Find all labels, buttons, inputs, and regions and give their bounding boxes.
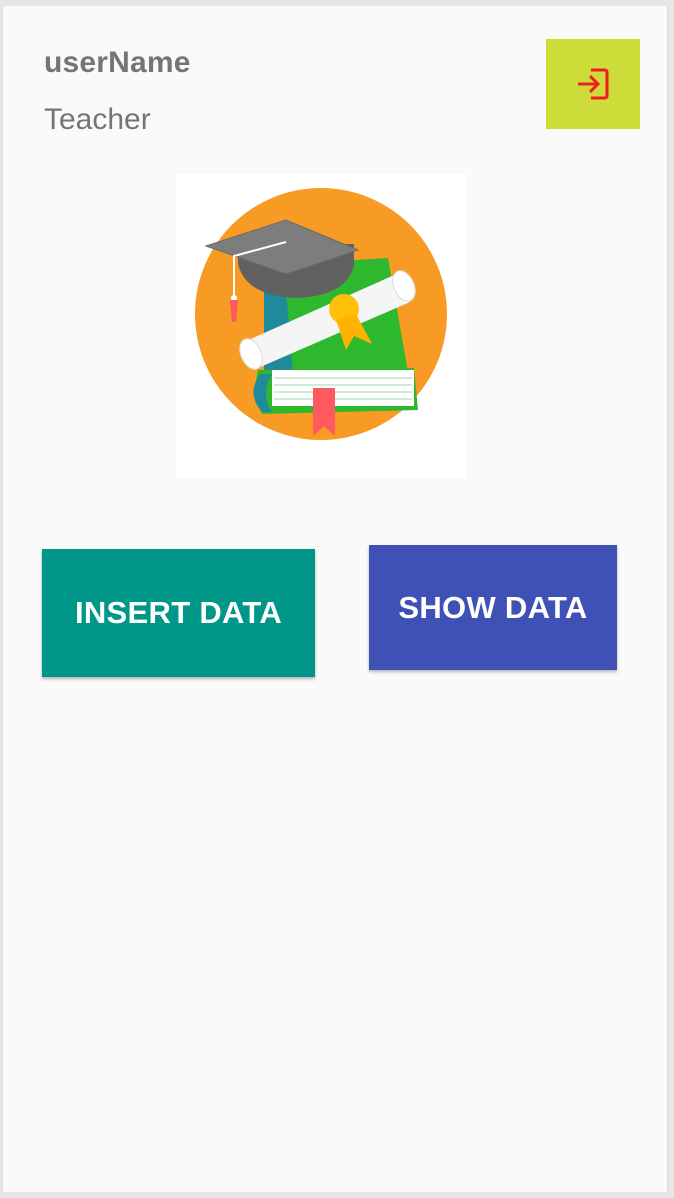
graduation-cap-books-diploma-icon (195, 188, 447, 440)
insert-data-button[interactable]: INSERT DATA (42, 549, 315, 677)
education-logo (176, 174, 466, 478)
teacher-home-screen: userName Teacher INSERT DATA SHOW DATA (2, 6, 668, 1192)
user-role-label: Teacher (44, 103, 151, 136)
login-arrow-icon (578, 68, 609, 100)
username-label: userName (44, 46, 191, 79)
logout-button[interactable] (546, 39, 640, 129)
show-data-button[interactable]: SHOW DATA (369, 545, 617, 670)
